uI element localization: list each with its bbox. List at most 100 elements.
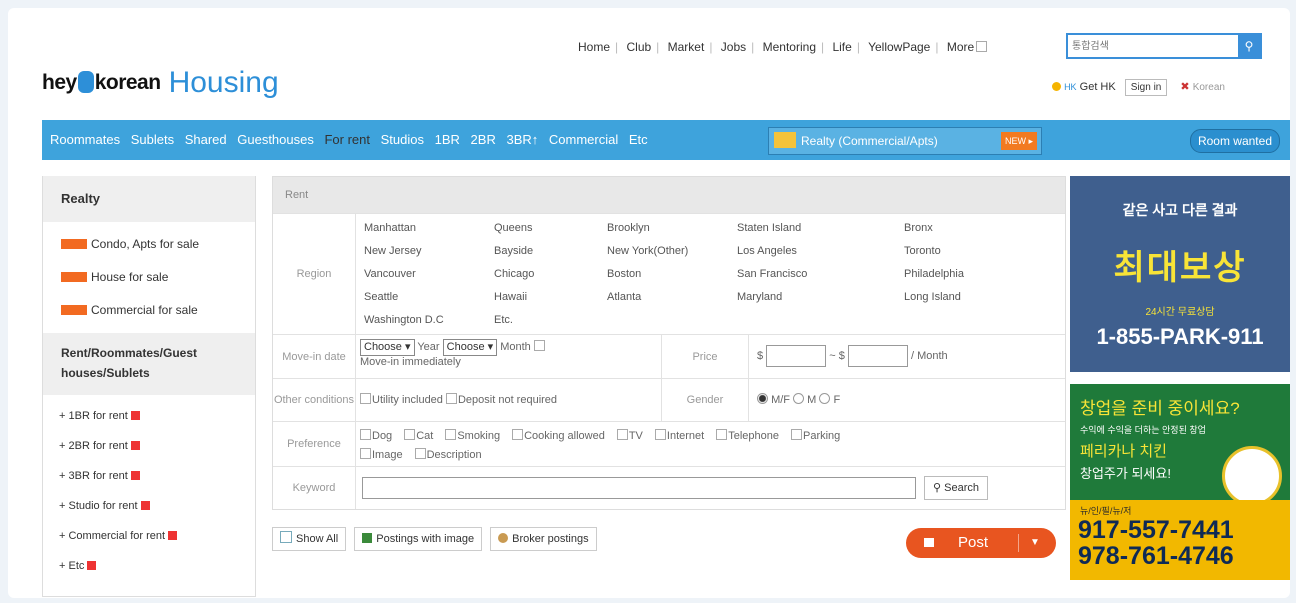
ad2-headline: 창업을 준비 중이세요? <box>1080 399 1240 418</box>
realty-button[interactable]: Realty (Commercial/Apts) NEW ▸ <box>768 127 1042 155</box>
preference-checkbox[interactable] <box>616 429 628 440</box>
nav-life[interactable]: Life <box>832 40 851 54</box>
region-option[interactable]: Philadelphia <box>904 268 1024 288</box>
region-option[interactable]: Vancouver <box>364 268 494 288</box>
ad-banner-parking[interactable]: 같은 사고 다른 결과 최대보상 24시간 무료상담 1-855-PARK-91… <box>1070 176 1290 372</box>
menu-etc[interactable]: Etc <box>629 132 648 147</box>
nav-yellowpage[interactable]: YellowPage <box>868 40 930 54</box>
sidebar-item-1br[interactable]: + 1BR for rent <box>43 401 255 431</box>
preference-option[interactable]: Cat <box>404 429 433 442</box>
site-logo[interactable]: hey korean Housing <box>42 66 279 100</box>
region-option[interactable]: Los Angeles <box>737 245 904 265</box>
region-option[interactable]: New York(Other) <box>607 245 737 265</box>
price-min-input[interactable] <box>766 345 827 367</box>
region-option[interactable]: Maryland <box>737 291 904 311</box>
preference-checkbox[interactable] <box>445 429 457 440</box>
preference-checkbox[interactable] <box>790 429 802 440</box>
menu-commercial[interactable]: Commercial <box>549 132 618 147</box>
region-option[interactable]: Staten Island <box>737 222 904 242</box>
postings-with-image-button[interactable]: Postings with image <box>354 527 483 551</box>
preference-checkbox[interactable] <box>716 429 728 440</box>
region-option[interactable]: Long Island <box>904 291 1024 311</box>
sidebar-item-commercial-sale[interactable]: Commercial for sale <box>43 294 255 327</box>
region-option[interactable]: Brooklyn <box>607 222 737 242</box>
region-option[interactable]: Washington D.C <box>364 314 494 334</box>
nav-home[interactable]: Home <box>578 40 610 54</box>
region-option[interactable]: Bayside <box>494 245 607 265</box>
ad-banner-pelicana[interactable]: 창업을 준비 중이세요? 수익에 수익을 더하는 안정된 창업 페리카나 치킨 … <box>1070 384 1290 580</box>
gender-m-radio[interactable] <box>793 393 805 404</box>
region-option[interactable]: Bronx <box>904 222 1024 242</box>
form-search-button[interactable]: ⚲ Search <box>924 476 988 500</box>
preference-option[interactable]: Description <box>414 448 482 461</box>
menu-sublets[interactable]: Sublets <box>131 132 174 147</box>
more-arrow-icon[interactable] <box>976 41 988 52</box>
keyword-input[interactable] <box>362 477 916 499</box>
region-option[interactable]: Manhattan <box>364 222 494 242</box>
region-option[interactable]: Seattle <box>364 291 494 311</box>
preference-option[interactable]: Dog <box>360 429 392 442</box>
search-input[interactable] <box>1068 35 1234 57</box>
sidebar-item-house-sale[interactable]: House for sale <box>43 261 255 294</box>
region-option[interactable]: Toronto <box>904 245 1024 265</box>
preference-option[interactable]: Internet <box>654 429 704 442</box>
preference-checkbox[interactable] <box>360 448 371 459</box>
preference-checkbox[interactable] <box>360 429 371 440</box>
move-in-immediately-checkbox[interactable] <box>533 340 545 351</box>
language-link[interactable]: Korean <box>1193 82 1225 93</box>
menu-3br[interactable]: 3BR↑ <box>506 132 538 147</box>
search-icon[interactable]: ⚲ <box>1238 35 1260 57</box>
show-all-button[interactable]: Show All <box>272 527 347 551</box>
keyword-label: Keyword <box>273 467 356 509</box>
post-button[interactable]: Post ▼ <box>906 528 1056 558</box>
get-hk-link[interactable]: Get HK <box>1080 81 1116 93</box>
broker-postings-button[interactable]: Broker postings <box>490 527 597 551</box>
region-option[interactable]: Atlanta <box>607 291 737 311</box>
preference-checkbox[interactable] <box>404 429 416 440</box>
room-wanted-button[interactable]: Room wanted <box>1189 129 1280 153</box>
menu-guesthouses[interactable]: Guesthouses <box>237 132 314 147</box>
region-option[interactable]: Queens <box>494 222 607 242</box>
menu-shared[interactable]: Shared <box>185 132 227 147</box>
preference-checkbox[interactable] <box>414 448 426 459</box>
sidebar-item-etc[interactable]: + Etc <box>43 551 255 581</box>
region-option[interactable]: New Jersey <box>364 245 494 265</box>
region-option[interactable]: Chicago <box>494 268 607 288</box>
preference-option[interactable]: Cooking allowed <box>512 429 605 442</box>
region-option[interactable]: Hawaii <box>494 291 607 311</box>
chevron-down-icon[interactable]: ▼ <box>1030 528 1040 558</box>
gender-mf-radio[interactable] <box>757 393 768 404</box>
region-option[interactable]: San Francisco <box>737 268 904 288</box>
deposit-checkbox[interactable] <box>445 393 457 404</box>
year-select[interactable]: Choose ▾ <box>360 339 415 356</box>
sidebar-item-2br[interactable]: + 2BR for rent <box>43 431 255 461</box>
menu-1br[interactable]: 1BR <box>435 132 460 147</box>
nav-mentoring[interactable]: Mentoring <box>763 40 816 54</box>
preference-option[interactable]: Smoking <box>445 429 500 442</box>
preference-option[interactable]: Telephone <box>716 429 779 442</box>
preference-checkbox[interactable] <box>654 429 666 440</box>
nav-jobs[interactable]: Jobs <box>721 40 746 54</box>
nav-more[interactable]: More <box>947 40 974 54</box>
menu-2br[interactable]: 2BR <box>471 132 496 147</box>
gender-f-radio[interactable] <box>819 393 831 404</box>
month-select[interactable]: Choose ▾ <box>442 339 498 356</box>
sidebar-item-3br[interactable]: + 3BR for rent <box>43 461 255 491</box>
preference-checkbox[interactable] <box>512 429 524 440</box>
region-option[interactable]: Boston <box>607 268 737 288</box>
price-max-input[interactable] <box>847 345 908 367</box>
preference-option[interactable]: TV <box>616 429 643 442</box>
preference-option[interactable]: Image <box>360 448 403 461</box>
sidebar-item-commercial-rent[interactable]: + Commercial for rent <box>43 521 255 551</box>
sign-in-button[interactable]: Sign in <box>1124 79 1168 96</box>
nav-market[interactable]: Market <box>668 40 705 54</box>
region-option[interactable]: Etc. <box>494 314 607 334</box>
menu-roommates[interactable]: Roommates <box>50 132 120 147</box>
menu-studios[interactable]: Studios <box>381 132 424 147</box>
menu-for-rent[interactable]: For rent <box>324 132 370 147</box>
preference-option[interactable]: Parking <box>790 429 840 442</box>
sidebar-item-condo-sale[interactable]: Condo, Apts for sale <box>43 228 255 261</box>
utility-checkbox[interactable] <box>360 393 371 404</box>
sidebar-item-studio[interactable]: + Studio for rent <box>43 491 255 521</box>
nav-club[interactable]: Club <box>626 40 651 54</box>
